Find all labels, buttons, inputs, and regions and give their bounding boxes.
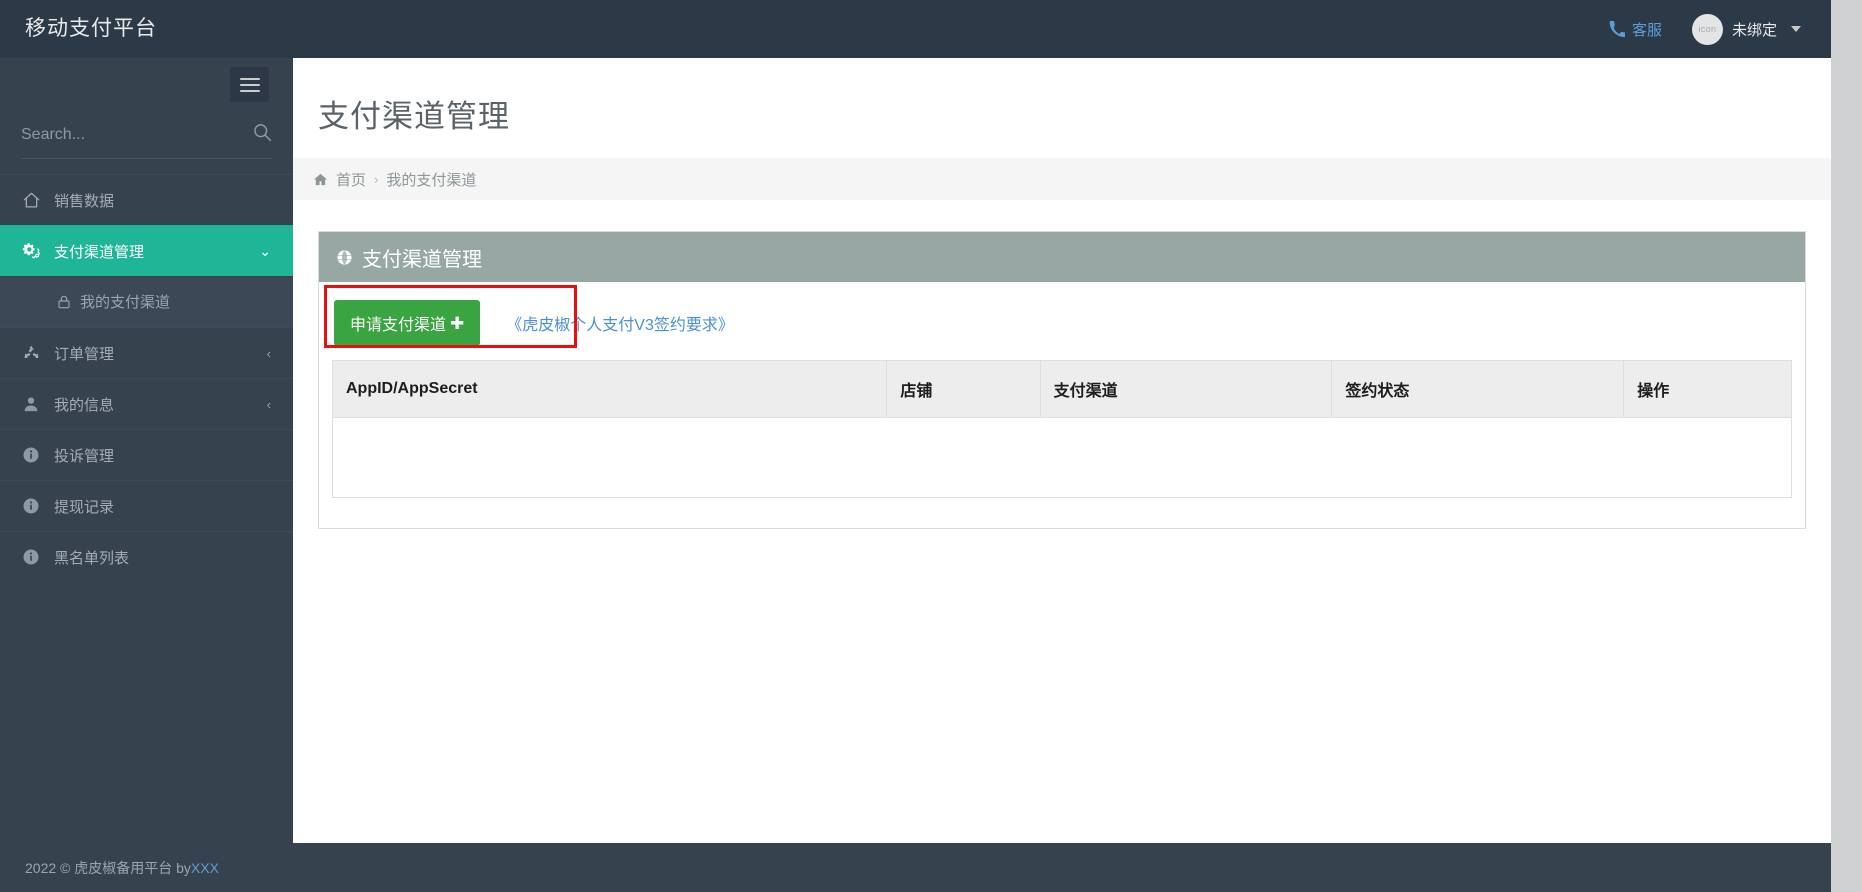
lock-icon — [56, 294, 72, 310]
sidebar-search — [21, 111, 272, 159]
table-empty-row — [332, 417, 1792, 498]
sidebar-item-my-payment-channel[interactable]: 我的支付渠道 — [0, 276, 293, 327]
main-content: 支付渠道管理 首页 › 我的支付渠道 支付渠道管理 申请支付渠道 ✚ 《虎皮椒个… — [293, 58, 1831, 843]
sidebar: 销售数据 支付渠道管理 ⌄ — [0, 58, 293, 892]
hamburger-icon-bar — [239, 83, 260, 86]
payment-channel-table: AppID/AppSecret 店铺 支付渠道 签约状态 操作 — [331, 360, 1792, 498]
user-icon — [22, 395, 48, 413]
footer-bar: 2022 © 虎皮椒备用平台 by XXX — [0, 843, 1831, 892]
phone-icon — [1609, 21, 1625, 37]
chevron-left-icon: ‹ — [266, 396, 271, 412]
hamburger-icon-bar — [239, 89, 260, 92]
column-header-appid[interactable]: AppID/AppSecret — [331, 360, 888, 418]
app-brand-title: 移动支付平台 — [25, 17, 157, 40]
breadcrumb: 首页 › 我的支付渠道 — [293, 158, 1831, 200]
sidebar-top — [0, 58, 293, 111]
info-circle-icon — [22, 548, 48, 566]
apply-button-label: 申请支付渠道 — [350, 317, 447, 334]
sidebar-item-label: 支付渠道管理 — [54, 243, 145, 261]
sidebar-item-label: 投诉管理 — [54, 447, 115, 465]
panel-body: 申请支付渠道 ✚ 《虎皮椒个人支付V3签约要求》 AppID/AppSecret… — [319, 282, 1805, 528]
chevron-down-icon: ⌄ — [259, 243, 271, 259]
breadcrumb-current: 我的支付渠道 — [386, 171, 477, 189]
top-header: 移动支付平台 客服 icon 未绑定 — [0, 0, 1831, 58]
gears-icon — [22, 241, 48, 262]
user-menu[interactable]: icon 未绑定 — [1680, 13, 1809, 45]
apply-payment-channel-button[interactable]: 申请支付渠道 ✚ — [334, 300, 481, 346]
table-header: AppID/AppSecret 店铺 支付渠道 签约状态 操作 — [331, 360, 1792, 418]
sidebar-item-blacklist[interactable]: 黑名单列表 — [0, 531, 293, 582]
sidebar-item-my-information[interactable]: 我的信息 ‹ — [0, 378, 293, 429]
sidebar-item-label: 我的信息 — [54, 396, 115, 414]
panel-header: 支付渠道管理 — [319, 232, 1805, 282]
breadcrumb-home-link[interactable]: 首页 — [336, 169, 366, 190]
app-screen: 移动支付平台 客服 icon 未绑定 Search... 销售数据 支付渠道管理… — [0, 0, 1862, 892]
sidebar-item-order-management[interactable]: 订单管理 ‹ — [0, 327, 293, 378]
page-title: 支付渠道管理 — [318, 99, 510, 134]
table-header-row: AppID/AppSecret 店铺 支付渠道 签约状态 操作 — [331, 360, 1792, 418]
column-header-shop[interactable]: 店铺 — [886, 360, 1041, 418]
info-circle-icon — [22, 446, 48, 464]
sidebar-item-payment-channel-management[interactable]: 支付渠道管理 ⌄ — [0, 225, 293, 276]
search-input[interactable] — [21, 125, 244, 144]
chevron-down-icon — [1791, 26, 1801, 32]
home-icon — [22, 191, 48, 210]
sidebar-item-complaint-management[interactable]: 投诉管理 — [0, 429, 293, 480]
recycle-icon — [22, 344, 48, 363]
sidebar-item-label: 订单管理 — [54, 345, 115, 363]
sidebar-item-label: 黑名单列表 — [54, 549, 130, 567]
customer-service-label: 客服 — [1631, 21, 1662, 39]
sidebar-item-sales-data[interactable]: 销售数据 — [0, 174, 293, 225]
sidebar-item-label: 销售数据 — [54, 192, 115, 210]
menu-toggle-button[interactable] — [230, 67, 269, 102]
panel-header-title: 支付渠道管理 — [362, 248, 482, 271]
page-scrollbar[interactable] — [1831, 0, 1862, 892]
home-icon — [313, 172, 328, 187]
sidebar-item-withdrawal-records[interactable]: 提现记录 — [0, 480, 293, 531]
footer-link[interactable]: XXX — [191, 860, 219, 876]
info-circle-icon — [22, 497, 48, 515]
search-icon[interactable] — [252, 122, 272, 147]
sidebar-subitem-label: 我的支付渠道 — [80, 294, 171, 311]
footer-text: 2022 © 虎皮椒备用平台 by — [25, 859, 191, 876]
agreement-requirements-link[interactable]: 《虎皮椒个人支付V3签约要求》 — [506, 311, 734, 335]
customer-service-link[interactable]: 客服 — [1591, 19, 1680, 40]
column-header-payment-channel[interactable]: 支付渠道 — [1040, 360, 1333, 418]
column-header-action[interactable]: 操作 — [1623, 360, 1792, 418]
sidebar-nav: 销售数据 支付渠道管理 ⌄ 我的支付渠道 订单管理 ‹ 我的信息 ‹ 投诉管理 … — [0, 174, 293, 582]
panel-toolbar: 申请支付渠道 ✚ 《虎皮椒个人支付V3签约要求》 — [332, 295, 1792, 358]
hamburger-icon-bar — [239, 77, 260, 80]
table-empty-cell — [332, 417, 1792, 498]
table-body — [332, 417, 1792, 498]
column-header-signing-status[interactable]: 签约状态 — [1331, 360, 1625, 418]
plus-icon: ✚ — [450, 313, 465, 333]
user-name-label: 未绑定 — [1731, 21, 1777, 39]
header-right-group: 客服 icon 未绑定 — [1591, 0, 1809, 58]
scrollbar-thumb[interactable] — [1833, 0, 1860, 892]
breadcrumb-separator: › — [374, 171, 379, 187]
avatar: icon — [1691, 13, 1723, 45]
chevron-left-icon: ‹ — [266, 345, 271, 361]
payment-channel-panel: 支付渠道管理 申请支付渠道 ✚ 《虎皮椒个人支付V3签约要求》 AppID/Ap… — [318, 231, 1806, 529]
globe-icon — [336, 249, 353, 266]
sidebar-item-label: 提现记录 — [54, 498, 115, 516]
